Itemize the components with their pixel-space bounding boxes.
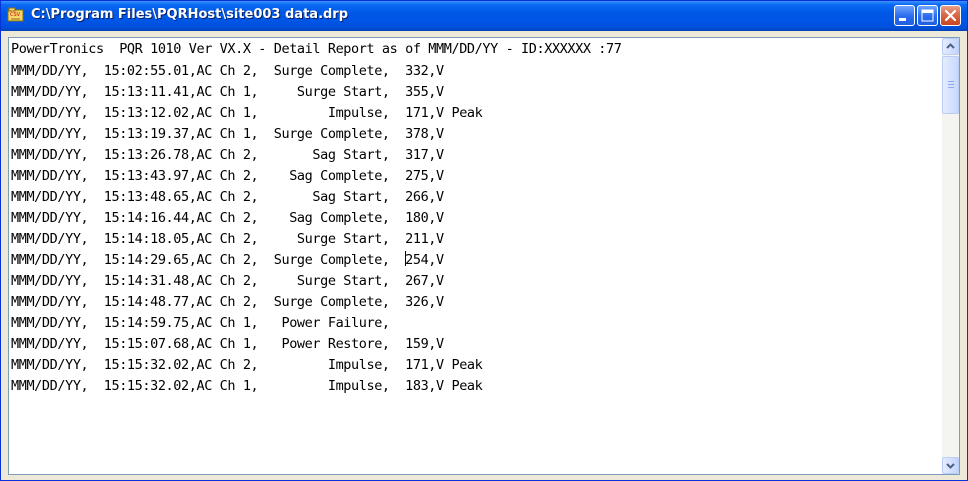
report-line: MMM/DD/YY, 15:14:48.77,AC Ch 2, Surge Co… (11, 294, 444, 310)
report-line: MMM/DD/YY, 15:13:26.78,AC Ch 2, Sag Star… (11, 147, 444, 163)
scroll-down-arrow-icon (946, 463, 955, 469)
scroll-down-button[interactable] (942, 457, 959, 474)
report-text[interactable]: PowerTronics PQR 1010 Ver VX.X - Detail … (9, 38, 941, 474)
report-line: MMM/DD/YY, 15:13:11.41,AC Ch 1, Surge St… (11, 84, 444, 100)
grip-line (948, 84, 954, 85)
report-text-area[interactable]: PowerTronics PQR 1010 Ver VX.X - Detail … (8, 37, 960, 475)
report-line: MMM/DD/YY, 15:14:59.75,AC Ch 1, Power Fa… (11, 315, 390, 331)
close-icon (944, 9, 957, 22)
report-line: MMM/DD/YY, 15:13:43.97,AC Ch 2, Sag Comp… (11, 168, 444, 184)
app-window: CSV C:\Program Files\PQRHost\site003 dat… (0, 0, 968, 481)
report-line: MMM/DD/YY, 15:13:12.02,AC Ch 1, Impulse,… (11, 105, 483, 121)
title-bar[interactable]: CSV C:\Program Files\PQRHost\site003 dat… (1, 1, 967, 31)
window-client-area: PowerTronics PQR 1010 Ver VX.X - Detail … (5, 31, 963, 477)
minimize-icon (899, 18, 906, 21)
maximize-icon (921, 9, 934, 22)
report-line: MMM/DD/YY, 15:15:32.02,AC Ch 2, Impulse,… (11, 357, 483, 373)
close-button[interactable] (940, 5, 961, 26)
svg-text:CSV: CSV (10, 12, 21, 18)
scroll-up-arrow-icon (946, 43, 955, 49)
report-line: MMM/DD/YY, 15:15:32.02,AC Ch 1, Impulse,… (11, 378, 483, 394)
report-line: MMM/DD/YY, 15:14:18.05,AC Ch 2, Surge St… (11, 231, 444, 247)
maximize-button[interactable] (917, 5, 938, 26)
report-line: MMM/DD/YY, 15:14:16.44,AC Ch 2, Sag Comp… (11, 210, 444, 226)
report-line: MMM/DD/YY, 15:13:19.37,AC Ch 1, Surge Co… (11, 126, 444, 142)
scroll-up-button[interactable] (942, 38, 959, 55)
grip-line (948, 81, 954, 82)
minimize-button[interactable] (894, 5, 915, 26)
grip-line (948, 87, 954, 88)
window-title: C:\Program Files\PQRHost\site003 data.dr… (31, 7, 349, 22)
report-header: PowerTronics PQR 1010 Ver VX.X - Detail … (11, 41, 622, 57)
report-line: MMM/DD/YY, 15:02:55.01,AC Ch 2, Surge Co… (11, 63, 444, 79)
report-line: MMM/DD/YY, 15:15:07.68,AC Ch 1, Power Re… (11, 336, 444, 352)
vertical-scrollbar[interactable] (942, 38, 959, 474)
report-line: MMM/DD/YY, 15:14:31.48,AC Ch 2, Surge St… (11, 273, 444, 289)
report-line-end: 254,V (405, 252, 444, 268)
scrollbar-thumb[interactable] (942, 56, 959, 114)
report-line-start: MMM/DD/YY, 15:14:29.65,AC Ch 2, Surge Co… (11, 252, 406, 268)
app-icon[interactable]: CSV (7, 7, 24, 23)
report-line-with-caret: MMM/DD/YY, 15:14:29.65,AC Ch 2, Surge Co… (11, 250, 941, 271)
report-line: MMM/DD/YY, 15:13:48.65,AC Ch 2, Sag Star… (11, 189, 444, 205)
